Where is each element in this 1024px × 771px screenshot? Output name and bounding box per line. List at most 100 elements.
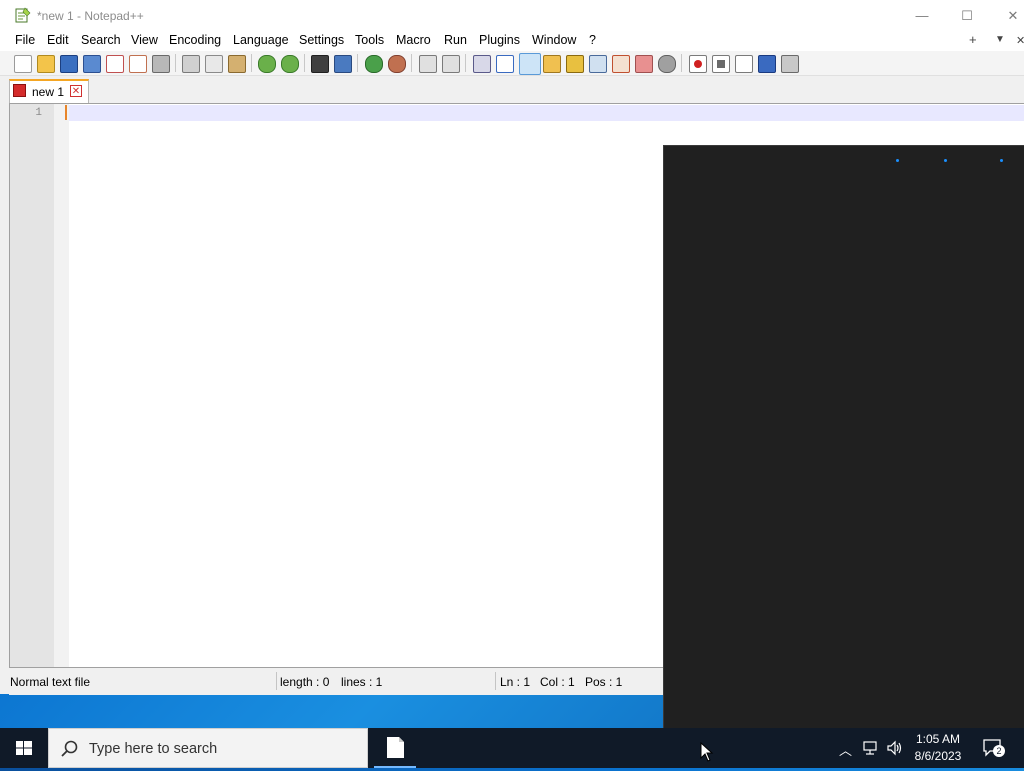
- window-title: *new 1 - Notepad++: [37, 9, 144, 23]
- search-placeholder: Type here to search: [89, 741, 218, 757]
- print-icon[interactable]: [152, 55, 170, 73]
- add-new-tab-icon[interactable]: +: [969, 32, 977, 47]
- sync-horizontal-icon[interactable]: [442, 55, 460, 73]
- status-column: Col : 1: [540, 675, 575, 689]
- action-center-button[interactable]: 2: [982, 738, 1005, 758]
- tab-label: new 1: [32, 85, 65, 99]
- save-macro-icon[interactable]: [781, 55, 799, 73]
- sync-vertical-icon[interactable]: [419, 55, 437, 73]
- menu-tools[interactable]: Tools: [355, 33, 384, 47]
- redo-icon[interactable]: [281, 55, 299, 73]
- loading-dot: [896, 159, 899, 162]
- toolbar-separator: [175, 54, 176, 72]
- menu-plugins[interactable]: Plugins: [479, 33, 520, 47]
- new-file-icon[interactable]: [14, 55, 32, 73]
- title-bar[interactable]: *new 1 - Notepad++ — ☐ ✕: [0, 0, 1024, 31]
- menu-encoding[interactable]: Encoding: [169, 33, 221, 47]
- cut-icon[interactable]: [182, 55, 200, 73]
- status-divider: [495, 672, 496, 690]
- menu-edit[interactable]: Edit: [47, 33, 69, 47]
- line-number-gutter: 1: [10, 104, 54, 667]
- record-macro-icon[interactable]: [689, 55, 707, 73]
- menu-search[interactable]: Search: [81, 33, 121, 47]
- run-macro-multiple-icon[interactable]: [758, 55, 776, 73]
- monitoring-icon[interactable]: [635, 55, 653, 73]
- function-list-icon[interactable]: [589, 55, 607, 73]
- close-window-button[interactable]: ✕: [990, 0, 1024, 31]
- zoom-out-icon[interactable]: [388, 55, 406, 73]
- play-macro-icon[interactable]: [735, 55, 753, 73]
- menu-language[interactable]: Language: [233, 33, 289, 47]
- show-all-chars-icon[interactable]: [496, 55, 514, 73]
- status-lines: lines : 1: [341, 675, 383, 689]
- status-line: Ln : 1: [500, 675, 531, 689]
- menu-settings[interactable]: Settings: [299, 33, 344, 47]
- loading-dot: [944, 159, 947, 162]
- taskbar-search-box[interactable]: Type here to search: [48, 728, 368, 768]
- toolbar-separator: [411, 54, 412, 72]
- status-length: length : 0: [280, 675, 330, 689]
- toolbar-separator: [251, 54, 252, 72]
- replace-icon[interactable]: [334, 55, 352, 73]
- user-lang-icon[interactable]: [543, 55, 561, 73]
- taskbar-notepadpp-button[interactable]: [374, 728, 416, 768]
- show-hidden-icons-icon[interactable]: ︿: [839, 740, 852, 759]
- maximize-button[interactable]: ☐: [944, 0, 990, 31]
- unsaved-disk-icon: [13, 84, 26, 97]
- current-line-highlight: [69, 105, 1024, 121]
- menu-window[interactable]: Window: [532, 33, 576, 47]
- stop-macro-icon[interactable]: [712, 55, 730, 73]
- doc-map-icon[interactable]: [566, 55, 584, 73]
- menu-run[interactable]: Run: [444, 33, 467, 47]
- menu-help[interactable]: ?: [589, 33, 596, 47]
- close-doc-icon[interactable]: ✕: [1016, 34, 1024, 47]
- start-button[interactable]: [0, 728, 48, 768]
- dark-overlay-panel[interactable]: [663, 145, 1024, 729]
- open-file-icon[interactable]: [37, 55, 55, 73]
- tab-new-1[interactable]: new 1 ✕: [9, 79, 89, 103]
- zoom-in-icon[interactable]: [365, 55, 383, 73]
- status-file-type: Normal text file: [10, 675, 91, 689]
- status-position: Pos : 1: [585, 675, 623, 689]
- line-number: 1: [35, 107, 42, 119]
- toolbar-separator: [304, 54, 305, 72]
- copy-icon[interactable]: [205, 55, 223, 73]
- save-icon[interactable]: [60, 55, 78, 73]
- paste-icon[interactable]: [228, 55, 246, 73]
- mouse-cursor-icon: [700, 742, 714, 762]
- minimize-button[interactable]: —: [899, 0, 945, 31]
- status-divider: [276, 672, 277, 690]
- menu-view[interactable]: View: [131, 33, 158, 47]
- loading-dot: [1000, 159, 1003, 162]
- clock-date[interactable]: 8/6/2023: [900, 749, 976, 763]
- fold-margin[interactable]: [54, 104, 69, 667]
- toolbar-separator: [681, 54, 682, 72]
- close-icon[interactable]: [106, 55, 124, 73]
- status-bar: Normal text file length : 0 lines : 1 Ln…: [9, 667, 664, 695]
- toolbar-separator: [357, 54, 358, 72]
- word-wrap-icon[interactable]: [473, 55, 491, 73]
- notification-count-badge: 2: [993, 745, 1005, 757]
- toolbar: [0, 51, 1024, 76]
- notepadpp-app-icon: [15, 7, 31, 23]
- toolbar-separator: [465, 54, 466, 72]
- menu-file[interactable]: File: [15, 33, 35, 47]
- notepadpp-taskbar-icon: [387, 737, 404, 758]
- find-icon[interactable]: [311, 55, 329, 73]
- folder-workspace-icon[interactable]: [612, 55, 630, 73]
- tab-close-icon[interactable]: ✕: [70, 85, 82, 97]
- close-all-icon[interactable]: [129, 55, 147, 73]
- menu-macro[interactable]: Macro: [396, 33, 431, 47]
- save-all-icon[interactable]: [83, 55, 101, 73]
- network-icon[interactable]: [862, 740, 880, 756]
- taskbar: Type here to search ︿ 1:05 AM 8/6/2023 2: [0, 728, 1024, 768]
- search-icon: [61, 740, 78, 757]
- chevron-down-icon[interactable]: ▼: [995, 34, 1005, 45]
- text-caret: [65, 105, 67, 120]
- undo-icon[interactable]: [258, 55, 276, 73]
- menu-bar: File Edit Search View Encoding Language …: [0, 31, 1024, 51]
- toggle-icon[interactable]: [658, 55, 676, 73]
- clock-time[interactable]: 1:05 AM: [900, 732, 976, 746]
- indent-guide-icon[interactable]: [519, 53, 541, 75]
- tab-bar: new 1 ✕: [0, 76, 1024, 103]
